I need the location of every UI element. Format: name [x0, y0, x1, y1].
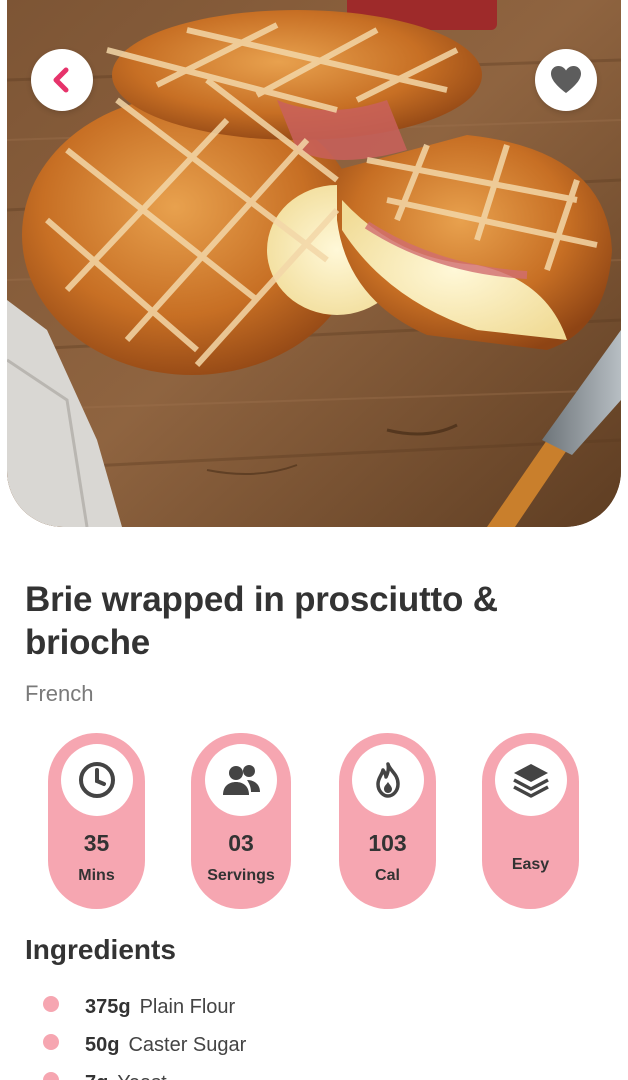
recipe-stats: 35 Mins 03 Servings 103 Cal Easy [0, 733, 628, 909]
ingredient-quantity: 7g [85, 1072, 108, 1080]
ingredients-heading: Ingredients [25, 934, 176, 965]
users-icon [223, 765, 260, 795]
layers-icon [512, 764, 549, 798]
clock-icon [78, 762, 115, 798]
stat-servings-value: 03 [228, 830, 254, 856]
ingredient-name: Caster Sugar [128, 1034, 247, 1056]
recipe-hero-image [7, 0, 621, 527]
stat-servings: 03 Servings [191, 733, 291, 909]
back-button[interactable] [31, 49, 93, 111]
stat-calories-value: 103 [368, 830, 407, 856]
ingredient-quantity: 50g [85, 1034, 120, 1056]
stat-calories-unit: Cal [375, 867, 400, 884]
heart-icon [551, 66, 581, 93]
recipe-title: Brie wrapped in prosciutto & brioche [25, 580, 498, 662]
bullet-dot [43, 1072, 59, 1080]
ingredients-list: 375g Plain Flour 50g Caster Sugar 7g Yeast [0, 990, 628, 1080]
stat-time: 35 Mins [48, 733, 145, 909]
flame-icon [375, 762, 400, 798]
ingredient-name: Yeast [117, 1072, 166, 1080]
recipe-cuisine: French [25, 681, 94, 706]
stat-difficulty-label: Easy [511, 856, 550, 873]
bullet-dot [43, 996, 59, 1012]
recipe-detail-screen: Brie wrapped in prosciutto & brioche Fre… [0, 0, 628, 1080]
stat-time-unit: Mins [78, 867, 115, 884]
favorite-button[interactable] [535, 49, 597, 111]
chevron-left-icon [53, 67, 69, 93]
list-item: 7g Yeast [0, 1066, 628, 1080]
stat-servings-unit: Servings [207, 867, 275, 884]
list-item: 375g Plain Flour [0, 990, 628, 1028]
bullet-dot [43, 1034, 59, 1050]
ingredient-name: Plain Flour [139, 996, 236, 1018]
stat-time-value: 35 [83, 830, 110, 856]
stat-difficulty: Easy [482, 733, 579, 909]
list-item: 50g Caster Sugar [0, 1028, 628, 1066]
ingredient-quantity: 375g [85, 996, 131, 1018]
stat-calories: 103 Cal [339, 733, 436, 909]
